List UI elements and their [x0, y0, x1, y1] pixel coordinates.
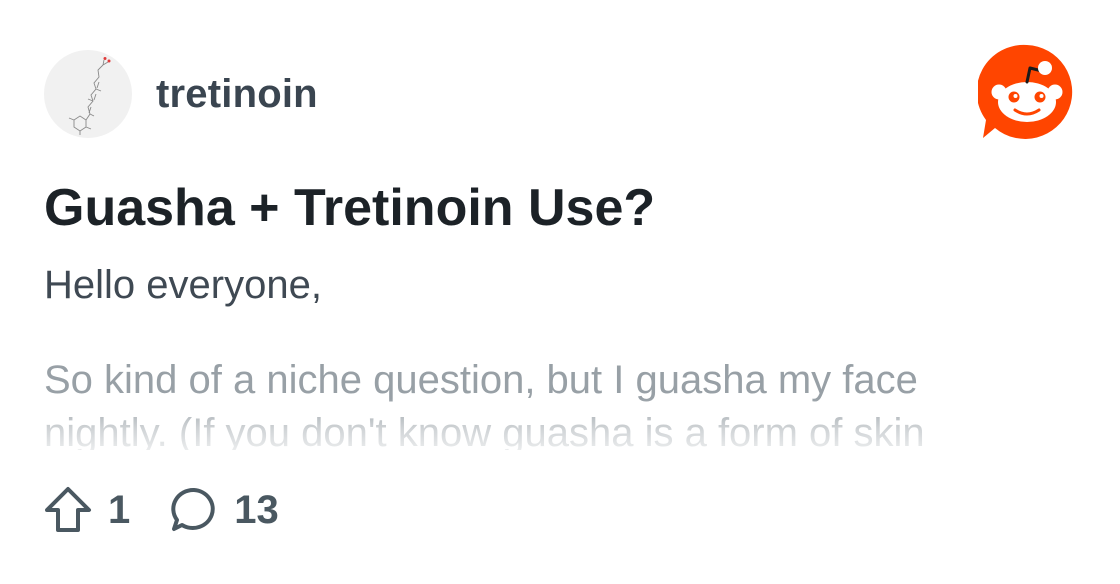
- post-greeting: Hello everyone,: [44, 263, 322, 307]
- post-header: tretinoin: [44, 50, 318, 138]
- community-name[interactable]: tretinoin: [156, 72, 318, 117]
- reddit-logo[interactable]: [976, 44, 1076, 140]
- post-excerpt-container: So kind of a niche question, but I guash…: [44, 354, 1044, 450]
- excerpt-fade-overlay: [44, 398, 1044, 450]
- community-avatar[interactable]: [44, 50, 132, 138]
- reddit-logo-icon: [976, 44, 1073, 139]
- molecule-structure-icon: [68, 57, 111, 135]
- post-actions: 1 13: [44, 484, 279, 536]
- post-title[interactable]: Guasha + Tretinoin Use?: [44, 176, 655, 240]
- comments-button[interactable]: 13: [170, 484, 279, 536]
- upvote-button[interactable]: 1: [44, 484, 130, 536]
- upvote-arrow-icon: [45, 487, 91, 532]
- upvote-count: 1: [108, 487, 131, 532]
- comment-bubble-icon: [171, 487, 215, 531]
- post-body: Hello everyone, So kind of a niche quest…: [44, 260, 1044, 450]
- comment-count: 13: [234, 487, 279, 532]
